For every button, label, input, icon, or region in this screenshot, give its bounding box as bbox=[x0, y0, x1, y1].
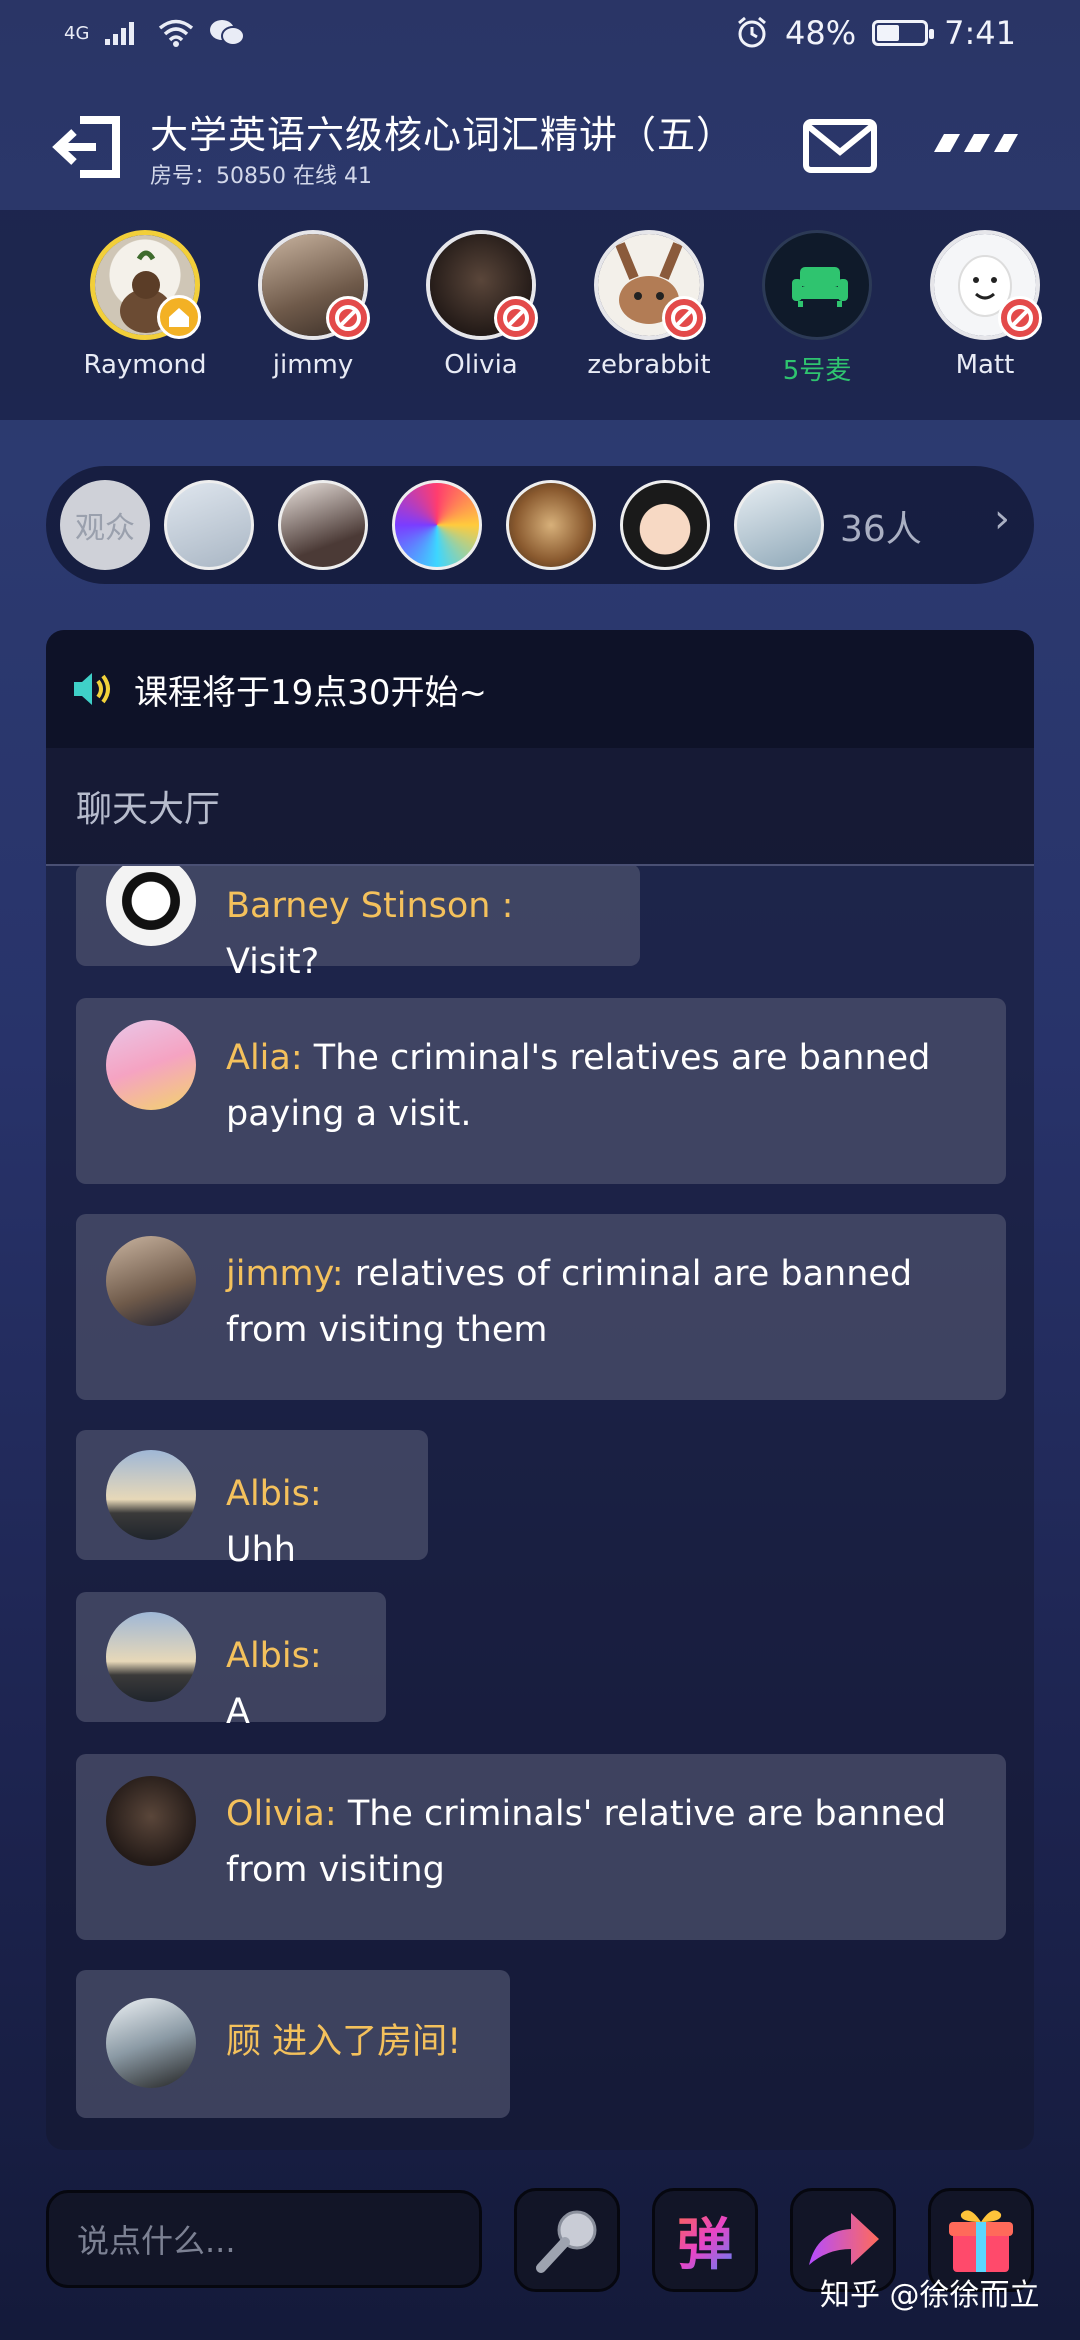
avatar bbox=[106, 1776, 196, 1866]
battery-level bbox=[877, 25, 900, 41]
mic-seat-jimmy[interactable]: jimmy bbox=[238, 230, 388, 380]
chat-message: Olivia: The criminals' relative are bann… bbox=[76, 1754, 1006, 1940]
more-button[interactable] bbox=[930, 128, 1020, 158]
speaker-icon bbox=[74, 673, 110, 705]
muted-icon bbox=[326, 296, 370, 340]
mail-icon bbox=[803, 119, 877, 173]
wifi-icon bbox=[159, 19, 194, 47]
mic-seat-zebrabbit[interactable]: zebrabbit bbox=[574, 230, 724, 380]
chat-message: Barney Stinson : Visit? bbox=[76, 866, 640, 982]
exit-icon bbox=[52, 116, 120, 178]
host-home-icon bbox=[157, 295, 201, 339]
avatar bbox=[594, 230, 706, 340]
more-icon bbox=[934, 134, 1018, 152]
mic-button[interactable] bbox=[514, 2188, 620, 2292]
notice-text: 课程将于19点30开始~ bbox=[134, 672, 488, 713]
muted-icon bbox=[998, 296, 1042, 340]
mic-seat-5[interactable]: 5号麦 bbox=[742, 230, 892, 387]
danmu-button[interactable]: 弹 bbox=[652, 2188, 758, 2292]
battery-icon bbox=[872, 20, 935, 46]
alarm-icon bbox=[738, 16, 766, 48]
empty-seat bbox=[762, 230, 872, 340]
chat-input[interactable]: 说点什么... bbox=[46, 2190, 482, 2288]
avatar bbox=[930, 230, 1042, 340]
audience-label: 观众 bbox=[60, 480, 150, 570]
avatar bbox=[106, 1450, 196, 1540]
muted-icon bbox=[662, 296, 706, 340]
avatar bbox=[426, 230, 538, 340]
sofa-icon bbox=[792, 267, 848, 307]
clock: 7:41 bbox=[944, 14, 1016, 52]
gift-icon bbox=[949, 2210, 1013, 2272]
avatar bbox=[106, 1998, 196, 2088]
battery-percent: 48% bbox=[785, 14, 857, 52]
course-notice: 课程将于19点30开始~ bbox=[46, 630, 1034, 748]
chat-list[interactable]: Barney Stinson : Visit? Alia: The crimin… bbox=[46, 866, 1034, 2150]
avatar bbox=[258, 230, 370, 340]
chat-message: Alia: The criminal's relatives are banne… bbox=[76, 998, 1006, 1184]
signal-icon bbox=[105, 22, 135, 45]
mic-seats: Raymond jimmy Olivia zebrabbit 5号麦 Matt bbox=[0, 210, 1080, 420]
exit-room-button[interactable] bbox=[50, 112, 126, 182]
chat-message: jimmy: relatives of criminal are banned … bbox=[76, 1214, 1006, 1400]
muted-icon bbox=[494, 296, 538, 340]
network-label: 4G bbox=[64, 22, 90, 44]
chat-message: Albis: Uhh bbox=[76, 1430, 428, 1570]
audience-count: 36人 bbox=[840, 509, 922, 550]
audience-avatar[interactable] bbox=[392, 480, 482, 570]
danmu-icon: 弹 bbox=[677, 2200, 733, 2281]
system-message: 顾 进入了房间! bbox=[76, 1970, 510, 2118]
audience-avatar[interactable] bbox=[164, 480, 254, 570]
audience-avatar[interactable] bbox=[506, 480, 596, 570]
room-title: 大学英语六级核心词汇精讲（五） bbox=[150, 113, 736, 157]
audience-avatar[interactable] bbox=[734, 480, 824, 570]
avatar bbox=[106, 1020, 196, 1110]
room-subtitle: 房号：50850 在线 41 bbox=[150, 164, 372, 189]
room-header: 大学英语六级核心词汇精讲（五） 房号：50850 在线 41 bbox=[0, 78, 1080, 208]
mic-seat-olivia[interactable]: Olivia bbox=[406, 230, 556, 380]
mail-button[interactable] bbox=[800, 114, 880, 178]
mic-seat-matt[interactable]: Matt bbox=[910, 230, 1060, 380]
avatar bbox=[106, 866, 196, 946]
avatar bbox=[106, 1612, 196, 1702]
chat-message: Albis: A bbox=[76, 1592, 386, 1732]
chevron-right-icon[interactable]: › bbox=[994, 496, 1010, 542]
watermark: 知乎 @徐徐而立 bbox=[820, 2278, 1040, 2313]
audience-bar[interactable]: 观众 36人 › bbox=[46, 466, 1034, 584]
chat-hall-label: 聊天大厅 bbox=[46, 748, 1034, 866]
chat-panel: 课程将于19点30开始~ 聊天大厅 Barney Stinson : Visit… bbox=[46, 630, 1034, 2150]
share-arrow-icon bbox=[809, 2213, 879, 2265]
microphone-icon bbox=[536, 2210, 597, 2273]
audience-avatar[interactable] bbox=[620, 480, 710, 570]
status-bar: 4G 48% 7:41 bbox=[0, 0, 1080, 78]
audience-avatar[interactable] bbox=[278, 480, 368, 570]
wechat-icon bbox=[210, 20, 246, 46]
avatar bbox=[106, 1236, 196, 1326]
mic-seat-raymond[interactable]: Raymond bbox=[70, 230, 220, 380]
avatar bbox=[90, 230, 201, 340]
